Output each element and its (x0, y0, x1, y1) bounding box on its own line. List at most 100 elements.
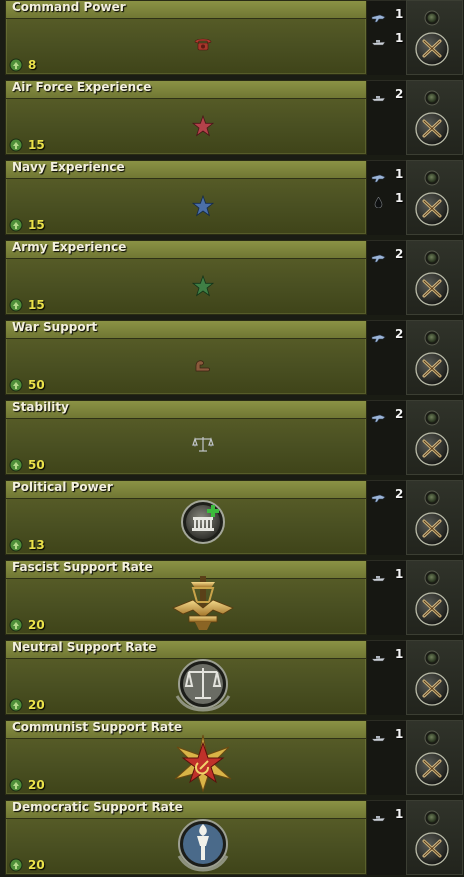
requirement-count: 1 (395, 167, 404, 181)
status-lamp-icon (424, 650, 440, 666)
status-lamp-icon (424, 810, 440, 826)
requirement-count: 1 (395, 7, 404, 21)
requirement-count: 1 (395, 191, 404, 205)
decision-row: Army Experience 15 2 (0, 240, 464, 316)
crossed-rifles-button[interactable] (415, 112, 449, 146)
decision-row: Democratic Support Rate 20 1 (0, 800, 464, 876)
decision-row: Command Power 8 1 1 (0, 0, 464, 76)
requirement-item: 2 (371, 487, 407, 503)
blue-star-icon (191, 194, 215, 217)
decision-title: Communist Support Rate (12, 720, 182, 734)
coin-icon (9, 537, 23, 552)
crossed-rifles-button[interactable] (415, 192, 449, 226)
crossed-rifles-button[interactable] (415, 752, 449, 786)
coin-icon (9, 617, 23, 632)
crossed-rifles-button[interactable] (415, 512, 449, 546)
decision-title: Fascist Support Rate (12, 560, 153, 574)
crossed-rifles-button[interactable] (415, 832, 449, 866)
requirement-count: 1 (395, 647, 404, 661)
decision-row: Navy Experience 15 1 1 (0, 160, 464, 236)
status-lamp-icon (424, 170, 440, 186)
plane-icon (371, 169, 386, 183)
fascist-eagle-emblem-icon (171, 574, 235, 632)
ship-icon (371, 89, 386, 102)
decision-title: Democratic Support Rate (12, 800, 183, 814)
decision-row: War Support 50 2 (0, 320, 464, 396)
green-star-icon (191, 274, 215, 297)
requirement-count: 1 (395, 727, 404, 741)
requirement-item: 2 (371, 247, 407, 263)
requirement-count: 2 (395, 327, 404, 341)
crossed-rifles-button[interactable] (415, 32, 449, 66)
requirement-count: 2 (395, 487, 404, 501)
requirement-item: 2 (371, 407, 407, 423)
status-lamp-icon (424, 490, 440, 506)
requirement-item: 1 (371, 647, 407, 662)
ship-icon (371, 729, 386, 742)
decision-cost: 50 (28, 378, 45, 392)
decision-cost: 20 (28, 778, 45, 792)
requirement-item: 1 (371, 7, 407, 23)
crossed-rifles-button[interactable] (415, 272, 449, 306)
requirement-count: 2 (395, 87, 404, 101)
decision-title: Army Experience (12, 240, 127, 254)
decision-cost: 20 (28, 698, 45, 712)
status-lamp-icon (424, 250, 440, 266)
crossed-rifles-button[interactable] (415, 432, 449, 466)
democratic-torch-emblem-icon (173, 816, 233, 872)
plane-icon (371, 489, 386, 503)
crossed-rifles-button[interactable] (415, 352, 449, 386)
requirement-item: 1 (371, 31, 407, 46)
requirement-item: 1 (371, 567, 407, 582)
decision-title: Air Force Experience (12, 80, 152, 94)
coin-icon (9, 857, 23, 872)
decision-cost: 15 (28, 298, 45, 312)
decision-title: Neutral Support Rate (12, 640, 157, 654)
decision-cost: 13 (28, 538, 45, 552)
decision-row: Communist Support Rate 20 1 (0, 720, 464, 796)
decision-cost: 20 (28, 618, 45, 632)
communist-star-emblem-icon (171, 733, 235, 793)
decision-row: Stability 50 2 (0, 400, 464, 476)
decision-row: Neutral Support Rate 20 1 (0, 640, 464, 716)
status-lamp-icon (424, 410, 440, 426)
coin-icon (9, 297, 23, 312)
political-power-badge-icon (180, 499, 226, 545)
crossed-rifles-button[interactable] (415, 592, 449, 626)
status-lamp-icon (424, 570, 440, 586)
requirement-count: 1 (395, 31, 404, 45)
decision-row: Fascist Support Rate 20 1 (0, 560, 464, 636)
decision-title: Navy Experience (12, 160, 125, 174)
requirement-item: 1 (371, 727, 407, 742)
coin-icon (9, 57, 23, 72)
plane-icon (371, 249, 386, 263)
decision-cost: 20 (28, 858, 45, 872)
plane-icon (371, 409, 386, 423)
decision-cost: 50 (28, 458, 45, 472)
crossed-rifles-button[interactable] (415, 672, 449, 706)
status-lamp-icon (424, 730, 440, 746)
decision-cost: 15 (28, 218, 45, 232)
decision-row: Air Force Experience 15 2 (0, 80, 464, 156)
decision-list: Command Power 8 1 1 Air Force Experience 15 2 N… (0, 0, 464, 877)
requirement-count: 2 (395, 247, 404, 261)
requirement-count: 2 (395, 407, 404, 421)
ship-icon (371, 649, 386, 662)
requirement-item: 1 (371, 167, 407, 183)
decision-title: Stability (12, 400, 69, 414)
telephone-icon (193, 36, 213, 52)
red-star-icon (191, 114, 215, 137)
plane-icon (371, 329, 386, 343)
decision-title: Command Power (12, 0, 126, 14)
coin-icon (9, 777, 23, 792)
coin-icon (9, 137, 23, 152)
plane-icon (371, 9, 386, 23)
flexed-arm-icon (193, 357, 213, 373)
coin-icon (9, 377, 23, 392)
decision-row: Political Power 13 2 (0, 480, 464, 556)
status-lamp-icon (424, 90, 440, 106)
ship-icon (371, 569, 386, 582)
decision-title: War Support (12, 320, 98, 334)
requirement-item: 1 (371, 191, 407, 209)
ship-icon (371, 33, 386, 46)
